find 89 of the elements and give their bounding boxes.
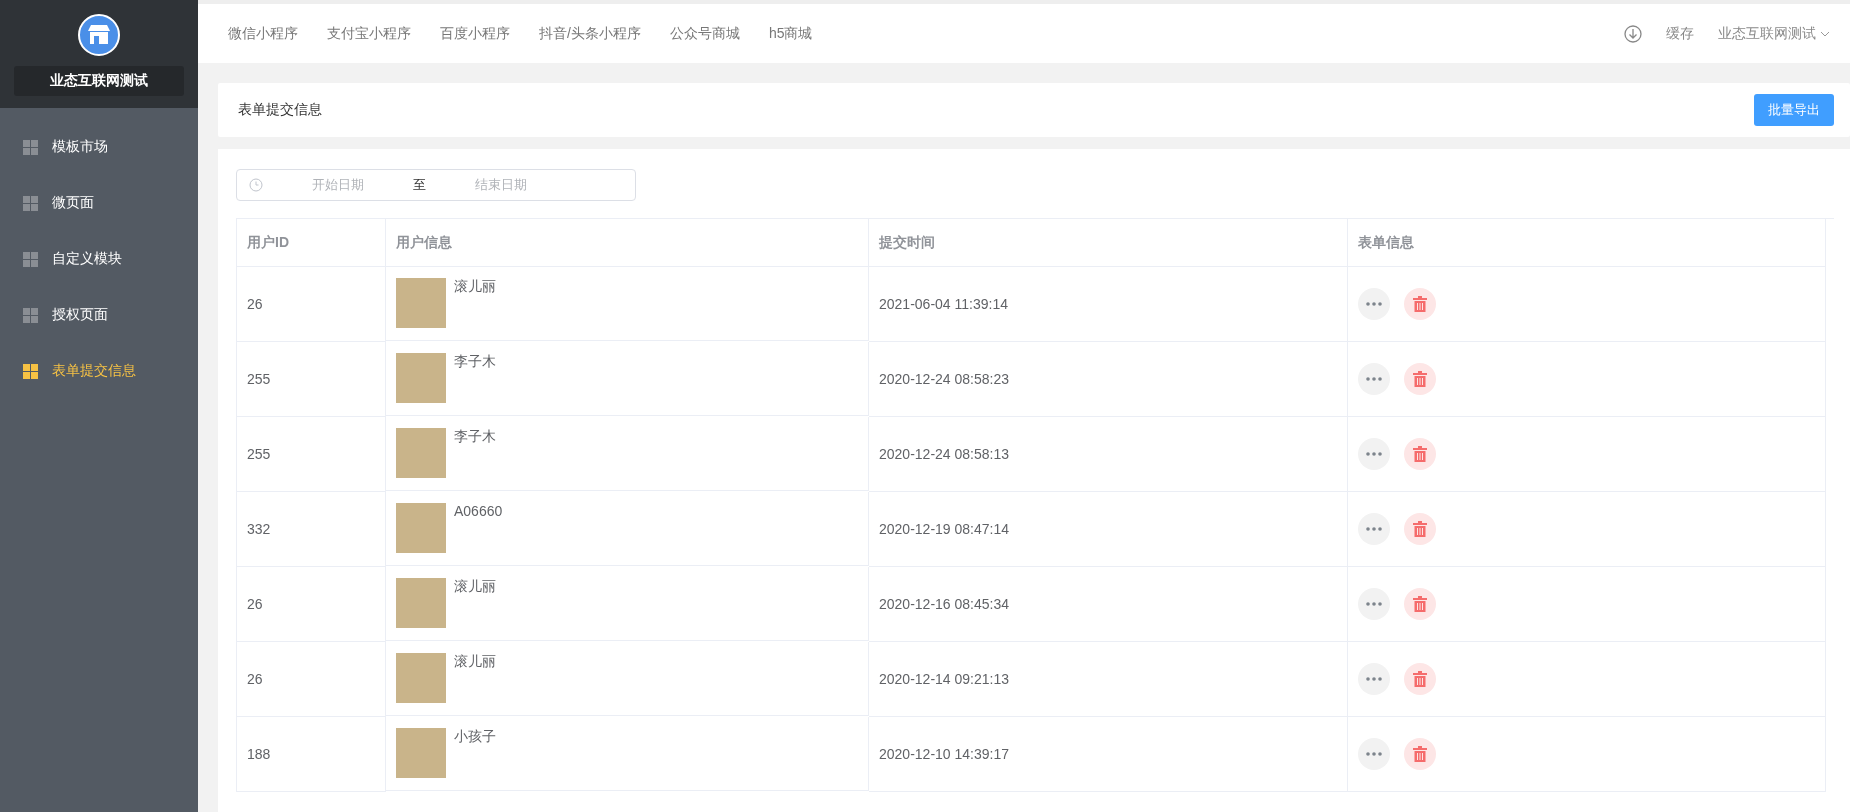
more-icon (1366, 377, 1382, 381)
column-header: 用户信息 (386, 219, 869, 267)
sidebar-item[interactable]: 自定义模块 (0, 231, 198, 287)
sidebar-item[interactable]: 微页面 (0, 175, 198, 231)
brand-name: 业态互联网测试 (14, 66, 184, 96)
column-header: 提交时间 (869, 219, 1348, 267)
more-button[interactable] (1358, 738, 1390, 770)
user-name: 小孩子 (454, 728, 496, 746)
sidebar-item[interactable]: 授权页面 (0, 287, 198, 343)
platform-tab[interactable]: 公众号商城 (669, 24, 740, 43)
grid-icon (23, 363, 38, 379)
platform-tab[interactable]: 支付宝小程序 (327, 24, 411, 43)
table-cell: 2020-12-24 08:58:13 (869, 417, 1348, 492)
delete-button[interactable] (1404, 438, 1436, 470)
trash-icon (1413, 671, 1427, 687)
table-cell: 26 (237, 642, 386, 717)
photo-placeholder (396, 653, 446, 703)
more-button[interactable] (1358, 438, 1390, 470)
platform-tab[interactable]: 抖音/头条小程序 (539, 24, 641, 43)
photo-placeholder (396, 728, 446, 778)
user-name: A06660 (454, 503, 503, 519)
platform-tab[interactable]: h5商城 (768, 24, 813, 43)
trash-icon (1413, 446, 1427, 462)
delete-button[interactable] (1404, 738, 1436, 770)
table-cell: 2020-12-14 09:21:13 (869, 642, 1348, 717)
sidebar-item[interactable]: 模板市场 (0, 119, 198, 175)
table-cell: 332 (237, 492, 386, 567)
grid-icon (23, 307, 38, 323)
user-name: 李子木 (454, 428, 496, 446)
more-icon (1366, 602, 1382, 606)
trash-icon (1413, 596, 1427, 612)
end-date-placeholder: 结束日期 (474, 176, 528, 194)
photo-placeholder (396, 503, 446, 553)
clock-icon (249, 178, 263, 192)
delete-button[interactable] (1404, 588, 1436, 620)
more-icon (1366, 677, 1382, 681)
user-name: 李子木 (454, 353, 496, 371)
grid-icon (23, 195, 38, 211)
table-cell: 2020-12-19 08:47:14 (869, 492, 1348, 567)
user-name: 滚儿丽 (454, 653, 496, 671)
page-title: 表单提交信息 (238, 101, 322, 119)
table-cell: 26 (237, 567, 386, 642)
more-button[interactable] (1358, 363, 1390, 395)
platform-tab[interactable]: 微信小程序 (228, 24, 298, 43)
photo-placeholder (396, 278, 446, 328)
store-logo-icon (78, 14, 120, 56)
sidebar-item[interactable]: 表单提交信息 (0, 343, 198, 399)
cache-link[interactable]: 缓存 (1666, 24, 1694, 43)
more-icon (1366, 302, 1382, 306)
range-separator: 至 (413, 176, 426, 194)
photo-placeholder (396, 428, 446, 478)
photo-placeholder (396, 578, 446, 628)
start-date-placeholder: 开始日期 (311, 176, 365, 194)
table-cell: 255 (237, 342, 386, 417)
table-cell: 2020-12-16 08:45:34 (869, 567, 1348, 642)
table-cell: 26 (237, 267, 386, 342)
trash-icon (1413, 296, 1427, 312)
table-cell: 255 (237, 417, 386, 492)
photo-placeholder (396, 353, 446, 403)
export-button[interactable]: 批量导出 (1754, 94, 1834, 126)
table-cell: 2021-06-04 11:39:14 (869, 267, 1348, 342)
chevron-down-icon (1820, 29, 1830, 38)
more-button[interactable] (1358, 663, 1390, 695)
delete-button[interactable] (1404, 663, 1436, 695)
more-icon (1366, 452, 1382, 456)
download-icon[interactable] (1624, 24, 1642, 43)
user-name: 滚儿丽 (454, 578, 496, 596)
trash-icon (1413, 746, 1427, 762)
column-header: 表单信息 (1348, 219, 1826, 267)
user-name: 滚儿丽 (454, 278, 496, 296)
table-cell: 188 (237, 717, 386, 792)
more-icon (1366, 527, 1382, 531)
delete-button[interactable] (1404, 288, 1436, 320)
delete-button[interactable] (1404, 363, 1436, 395)
account-menu[interactable]: 业态互联网测试 (1718, 24, 1830, 43)
more-button[interactable] (1358, 588, 1390, 620)
column-header: 用户ID (237, 219, 386, 267)
platform-tab[interactable]: 百度小程序 (440, 24, 510, 43)
table-cell: 2020-12-24 08:58:23 (869, 342, 1348, 417)
more-button[interactable] (1358, 513, 1390, 545)
table-cell: 2020-12-10 14:39:17 (869, 717, 1348, 792)
date-range-field[interactable]: 开始日期 至 结束日期 (236, 169, 636, 201)
trash-icon (1413, 371, 1427, 387)
more-icon (1366, 752, 1382, 756)
grid-icon (23, 139, 38, 155)
delete-button[interactable] (1404, 513, 1436, 545)
trash-icon (1413, 521, 1427, 537)
grid-icon (23, 251, 38, 267)
more-button[interactable] (1358, 288, 1390, 320)
